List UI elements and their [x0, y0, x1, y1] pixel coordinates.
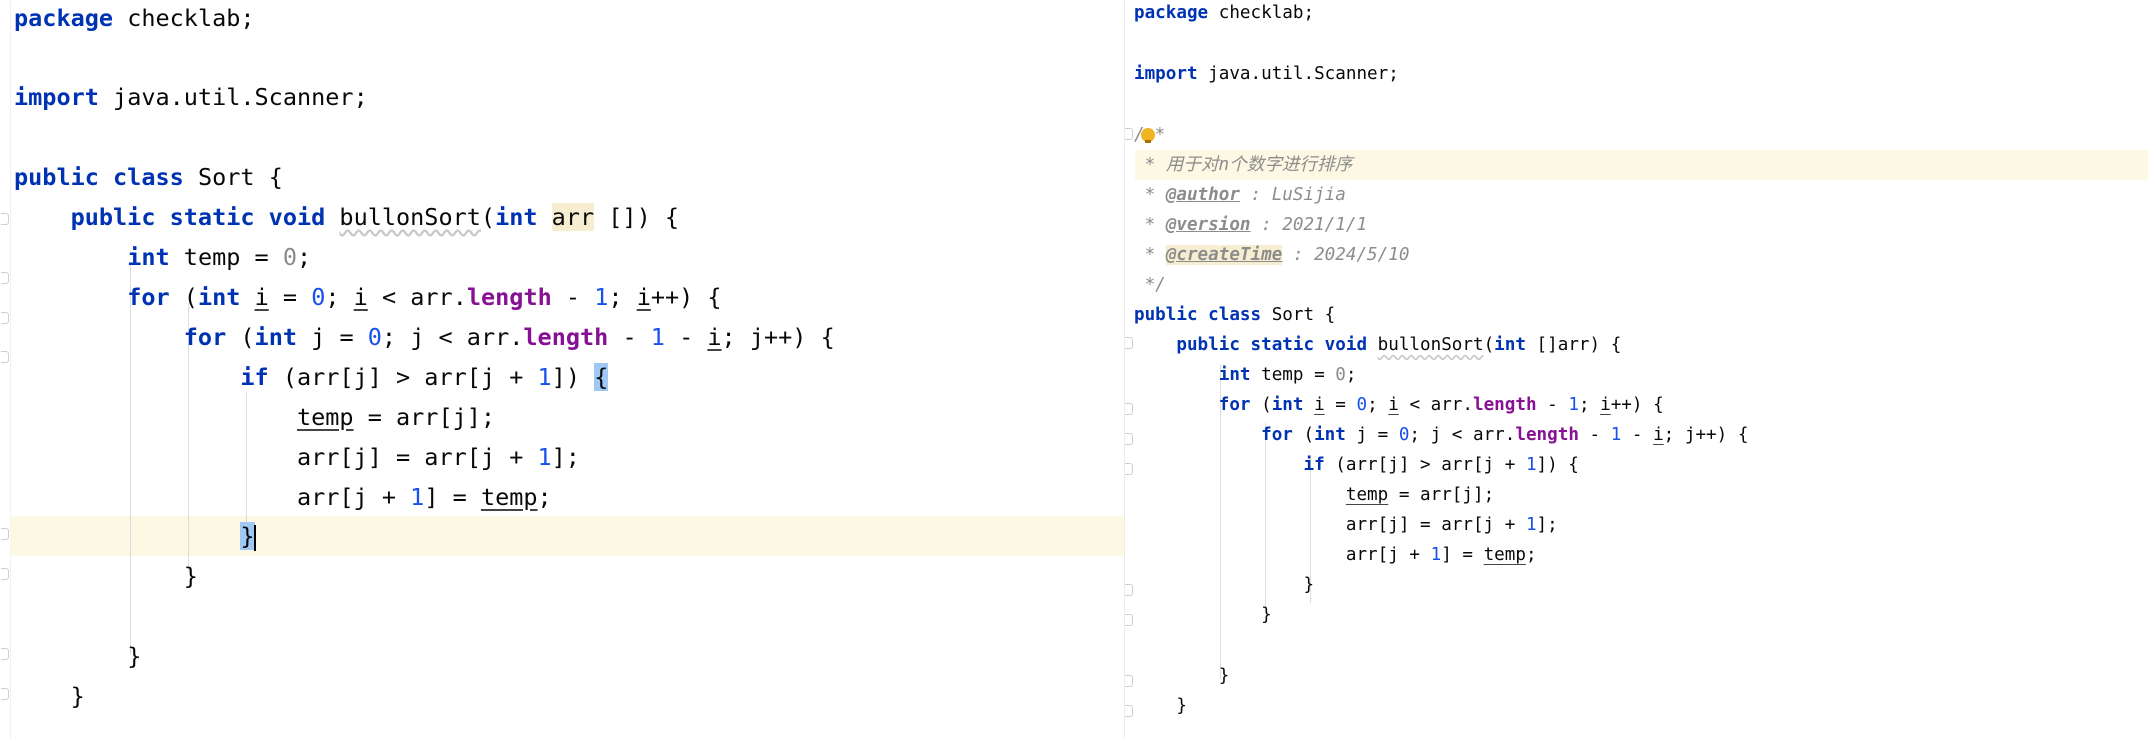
code-line-outer-for-close[interactable]: } [14, 636, 141, 676]
code-line-inner-for[interactable]: for (int j = 0; j < arr.length - 1 - i; … [14, 317, 835, 357]
left-editor-pane[interactable]: package checklab; import java.util.Scann… [0, 0, 1124, 739]
code-line-if-close[interactable]: } [1134, 570, 1314, 600]
code-line-inner-for-close[interactable]: } [1134, 600, 1272, 630]
lightbulb-icon[interactable] [1140, 128, 1155, 143]
code-line-swap-temp[interactable]: arr[j + 1] = temp; [14, 477, 552, 517]
fold-marker[interactable] [1125, 433, 1133, 445]
fold-marker[interactable] [1, 272, 9, 284]
code-line-outer-for-close[interactable]: } [1134, 661, 1230, 691]
code-line-temp-assign[interactable]: temp = arr[j]; [1134, 480, 1494, 510]
fold-marker[interactable] [1125, 614, 1133, 626]
code-line-temp-declaration[interactable]: int temp = 0; [1134, 360, 1357, 390]
fold-marker[interactable] [1, 351, 9, 363]
code-line-package[interactable]: package checklab; [1134, 0, 1314, 28]
code-line-method-close[interactable]: } [14, 676, 85, 716]
matched-brace: { [594, 363, 609, 391]
code-line-javadoc-open[interactable]: / * [1134, 120, 1165, 150]
fold-marker[interactable] [1125, 705, 1133, 717]
code-line-method-close[interactable]: } [1134, 691, 1187, 721]
code-line-javadoc-version[interactable]: * @version : 2021/1/1 [1134, 210, 1367, 240]
code-line-javadoc-close[interactable]: */ [1134, 270, 1166, 300]
code-line-method-declaration[interactable]: public static void bullonSort(int arr []… [14, 197, 679, 237]
matched-brace: } [240, 522, 255, 550]
code-line-class-declaration[interactable]: public class Sort { [14, 157, 283, 197]
fold-marker[interactable] [1, 312, 9, 324]
code-line-method-declaration[interactable]: public static void bullonSort(int []arr)… [1134, 330, 1621, 360]
code-line-class-declaration[interactable]: public class Sort { [1134, 300, 1335, 330]
code-line-swap-assign[interactable]: arr[j] = arr[j + 1]; [14, 437, 580, 477]
code-line-outer-for[interactable]: for (int i = 0; i < arr.length - 1; i++)… [1134, 390, 1664, 420]
code-line-import[interactable]: import java.util.Scanner; [1134, 59, 1399, 89]
editor-gutter[interactable] [0, 0, 11, 739]
code-line-swap-temp[interactable]: arr[j + 1] = temp; [1134, 540, 1537, 570]
right-editor-pane[interactable]: package checklab; import java.util.Scann… [1124, 0, 2148, 739]
code-line-if-statement[interactable]: if (arr[j] > arr[j + 1]) { [14, 357, 609, 397]
fold-marker[interactable] [1, 213, 9, 225]
fold-marker[interactable] [1125, 403, 1133, 415]
fold-marker[interactable] [1, 648, 9, 660]
code-line-package[interactable]: package checklab; [14, 0, 255, 38]
code-line-inner-for-close[interactable]: } [14, 556, 198, 596]
fold-marker[interactable] [1125, 128, 1133, 140]
fold-marker[interactable] [1, 568, 9, 580]
fold-marker[interactable] [1, 688, 9, 700]
code-line-inner-for[interactable]: for (int j = 0; j < arr.length - 1 - i; … [1134, 420, 1748, 450]
code-line-swap-assign[interactable]: arr[j] = arr[j + 1]; [1134, 510, 1558, 540]
code-line-outer-for[interactable]: for (int i = 0; i < arr.length - 1; i++)… [14, 277, 721, 317]
fold-marker[interactable] [1125, 584, 1133, 596]
fold-marker[interactable] [1125, 675, 1133, 687]
fold-marker[interactable] [1125, 463, 1133, 475]
code-line-javadoc-createtime[interactable]: * @createTime : 2024/5/10 [1134, 240, 1409, 270]
code-line-temp-declaration[interactable]: int temp = 0; [14, 237, 311, 277]
text-caret [253, 524, 256, 551]
fold-marker[interactable] [1, 528, 9, 540]
code-line-javadoc-author[interactable]: * @author : LuSijia [1134, 180, 1346, 210]
code-line-if-close[interactable]: } [14, 516, 256, 556]
fold-marker[interactable] [1125, 337, 1133, 349]
code-line-import[interactable]: import java.util.Scanner; [14, 77, 368, 117]
code-line-javadoc-description[interactable]: * 用于对n个数字进行排序 [1134, 150, 1353, 180]
code-line-if-statement[interactable]: if (arr[j] > arr[j + 1]) { [1134, 450, 1578, 480]
code-line-temp-assign[interactable]: temp = arr[j]; [14, 397, 495, 437]
